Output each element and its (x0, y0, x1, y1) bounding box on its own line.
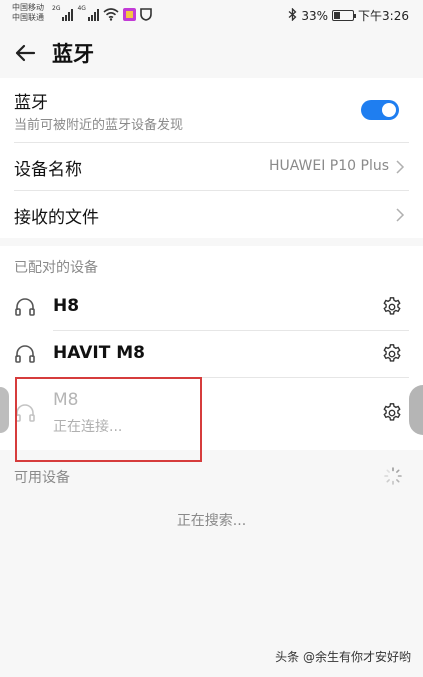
device-name-value: HUAWEI P10 Plus (268, 158, 389, 174)
carrier-labels: 中国移动 中国联通 (12, 3, 44, 23)
carrier-1: 中国移动 (12, 3, 44, 12)
paired-device-row[interactable]: HAVIT M8 (0, 331, 423, 377)
app-header: 蓝牙 (0, 30, 423, 76)
status-right: 33% 下午3:26 (288, 6, 409, 24)
battery-icon (332, 10, 357, 21)
received-files-row[interactable]: 接收的文件 (0, 191, 423, 238)
available-section-label: 可用设备 (14, 470, 70, 486)
signal-2-label: 4G (77, 5, 86, 12)
paired-device-name: H8 (53, 296, 80, 316)
watermark: 头条 @余生有你才安好哟 (275, 650, 411, 664)
bluetooth-settings-card: 蓝牙 当前可被附近的蓝牙设备发现 设备名称 HUAWEI P10 Plus 接收… (0, 78, 423, 238)
gear-icon[interactable] (381, 402, 403, 424)
signal-1-label: 2G (52, 5, 61, 12)
chevron-right-icon (396, 208, 405, 222)
status-bar: 中国移动 中国联通 2G 4G 33% 下午3:26 (0, 0, 423, 30)
paired-device-name: HAVIT M8 (53, 343, 145, 363)
shield-icon (140, 8, 152, 21)
received-files-label: 接收的文件 (14, 208, 99, 228)
carrier-2: 中国联通 (12, 13, 44, 22)
bluetooth-toggle-row[interactable]: 蓝牙 当前可被附近的蓝牙设备发现 (0, 78, 423, 142)
battery-percent: 33% (301, 8, 329, 23)
page-title: 蓝牙 (52, 42, 94, 66)
loading-spinner-icon (384, 467, 402, 485)
back-arrow-icon[interactable] (12, 40, 38, 66)
signal-icon (87, 9, 99, 21)
app-icon (122, 8, 136, 21)
bluetooth-row-subtitle: 当前可被附近的蓝牙设备发现 (14, 118, 184, 133)
headphones-icon (15, 345, 35, 363)
signal-area: 2G 4G (52, 5, 152, 21)
searching-text: 正在搜索... (176, 513, 247, 529)
wifi-icon (103, 8, 119, 21)
signal-icon (62, 9, 74, 21)
device-name-row[interactable]: 设备名称 HUAWEI P10 Plus (0, 143, 423, 190)
chevron-right-icon (396, 160, 405, 174)
headphones-icon (15, 298, 35, 316)
clock: 下午3:26 (358, 9, 409, 23)
annotation-highlight-box (15, 377, 202, 462)
edge-shadow (0, 387, 9, 433)
bluetooth-icon (288, 6, 297, 24)
edge-shadow (409, 385, 423, 435)
gear-icon[interactable] (381, 296, 403, 318)
gear-icon[interactable] (381, 343, 403, 365)
bluetooth-row-title: 蓝牙 (14, 93, 48, 113)
paired-device-row[interactable]: H8 (0, 284, 423, 330)
paired-section-label: 已配对的设备 (14, 260, 98, 276)
bluetooth-toggle[interactable] (361, 100, 399, 120)
toggle-knob (382, 103, 396, 117)
device-name-label: 设备名称 (14, 160, 82, 180)
